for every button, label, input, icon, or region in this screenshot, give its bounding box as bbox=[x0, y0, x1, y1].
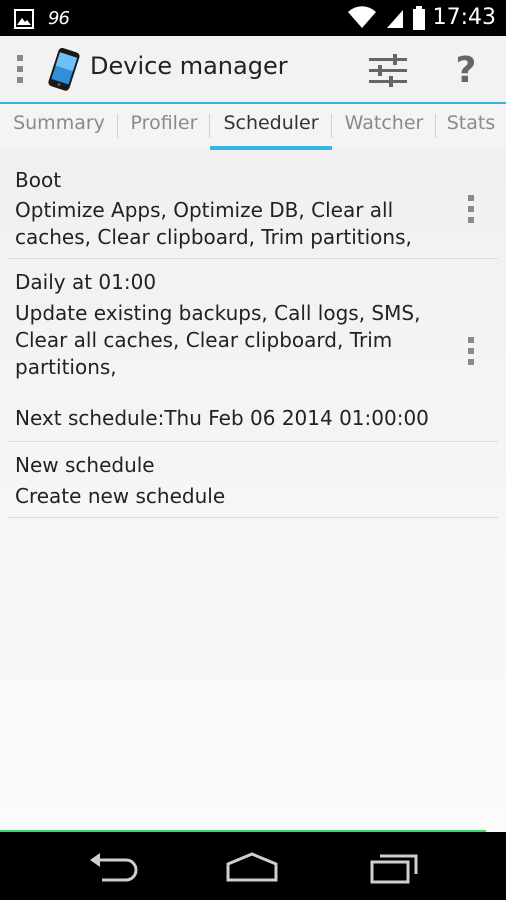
schedule-item-boot[interactable]: Boot Optimize Apps, Optimize DB, Clear a… bbox=[8, 150, 498, 259]
tab-profiler[interactable]: Profiler bbox=[118, 104, 210, 148]
app-title: Device manager bbox=[90, 52, 288, 80]
status-bar-left: 96 bbox=[14, 8, 70, 29]
settings-button[interactable] bbox=[364, 46, 412, 94]
schedule-title: New schedule bbox=[15, 453, 155, 477]
recent-apps-icon[interactable] bbox=[366, 844, 426, 888]
help-button[interactable]: ? bbox=[442, 46, 490, 94]
tab-label: Watcher bbox=[344, 112, 424, 134]
clock: 17:43 bbox=[432, 5, 496, 30]
home-icon[interactable] bbox=[222, 844, 282, 888]
tune-icon bbox=[369, 54, 407, 87]
schedule-title: Daily at 01:00 bbox=[15, 270, 157, 294]
next-schedule-text: Next schedule:Thu Feb 06 2014 01:00:00 bbox=[15, 406, 429, 430]
tab-scheduler[interactable]: Scheduler bbox=[210, 104, 332, 150]
tab-watcher[interactable]: Watcher bbox=[332, 104, 436, 148]
schedule-list: Boot Optimize Apps, Optimize DB, Clear a… bbox=[0, 150, 506, 832]
schedule-item-new[interactable]: New schedule Create new schedule bbox=[8, 441, 498, 518]
back-icon[interactable] bbox=[82, 844, 142, 888]
schedule-item-daily[interactable]: Daily at 01:00 Update existing backups, … bbox=[8, 258, 498, 442]
tab-label: Scheduler bbox=[223, 112, 319, 134]
tab-label: Stats bbox=[446, 112, 496, 134]
tab-label: Summary bbox=[13, 112, 105, 134]
item-menu-icon[interactable] bbox=[466, 194, 476, 224]
tab-summary[interactable]: Summary bbox=[0, 104, 118, 148]
status-bar: 96 17:43 bbox=[0, 0, 506, 36]
tab-label: Profiler bbox=[130, 112, 198, 134]
tab-stats[interactable]: Stats bbox=[436, 104, 506, 148]
action-bar: Device manager ? bbox=[0, 36, 506, 104]
notification-number: 96 bbox=[48, 8, 70, 29]
schedule-description: Update existing backups, Call logs, SMS,… bbox=[15, 301, 421, 379]
image-icon bbox=[14, 8, 34, 29]
phone-app-icon[interactable] bbox=[44, 46, 82, 92]
navigation-bar bbox=[0, 832, 506, 900]
tab-bar: Summary Profiler Scheduler Watcher Stats bbox=[0, 104, 506, 151]
overflow-dots-icon[interactable] bbox=[16, 54, 24, 84]
item-menu-icon[interactable] bbox=[466, 336, 476, 366]
help-icon: ? bbox=[455, 49, 477, 91]
schedule-description: Create new schedule bbox=[15, 484, 226, 508]
battery-icon bbox=[412, 6, 425, 30]
schedule-title: Boot bbox=[15, 168, 62, 192]
schedule-description: Optimize Apps, Optimize DB, Clear all ca… bbox=[15, 198, 412, 249]
wifi-icon bbox=[347, 6, 376, 28]
signal-icon bbox=[386, 10, 403, 28]
status-bar-right: 17:43 bbox=[347, 4, 496, 32]
